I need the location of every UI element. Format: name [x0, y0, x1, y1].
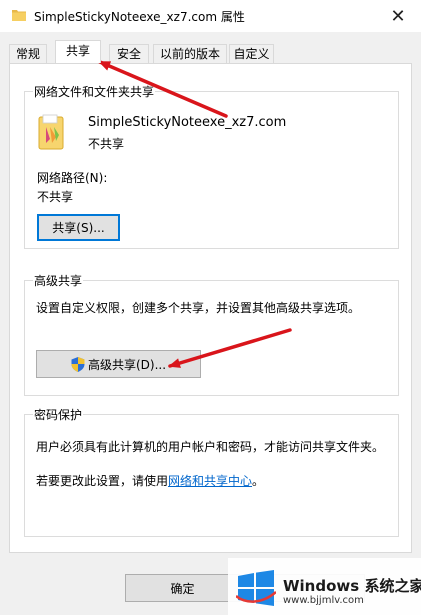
- password-protection-description: 用户必须具有此计算机的用户帐户和密码，才能访问共享文件夹。: [36, 440, 385, 454]
- watermark-site: www.bjjmlv.com: [283, 595, 364, 606]
- tab-panel: 网络文件和文件夹共享 SimpleStickyNoteexe_xz7.com 不…: [9, 63, 412, 553]
- advanced-sharing-description: 设置自定义权限，创建多个共享，并设置其他高级共享选项。: [36, 301, 361, 315]
- share-button[interactable]: 共享(S)...: [37, 214, 120, 241]
- password-protection-change-line: 若要更改此设置，请使用网络和共享中心。: [36, 472, 264, 489]
- tab-strip: 常规 共享 安全 以前的版本 自定义: [9, 40, 413, 64]
- advanced-sharing-group: 高级共享 设置自定义权限，创建多个共享，并设置其他高级共享选项。 高级共享(D)…: [24, 272, 399, 396]
- advanced-sharing-button-label: 高级共享(D)...: [87, 357, 167, 372]
- uac-shield-icon: [71, 356, 85, 372]
- password-protection-group: 密码保护 用户必须具有此计算机的用户帐户和密码，才能访问共享文件夹。 若要更改此…: [24, 406, 399, 537]
- windows-logo-icon: [236, 570, 276, 606]
- network-path-value: 不共享: [37, 190, 74, 204]
- item-name: SimpleStickyNoteexe_xz7.com: [88, 115, 287, 130]
- watermark-brand-cn: 系统之家: [364, 577, 421, 595]
- title-bar: SimpleStickyNoteexe_xz7.com 属性 ✕: [0, 0, 421, 32]
- tab-previous-versions[interactable]: 以前的版本: [153, 44, 227, 63]
- folder-icon: [12, 10, 26, 21]
- close-icon: ✕: [390, 5, 406, 27]
- network-sharing-center-link[interactable]: 网络和共享中心: [168, 474, 252, 488]
- tab-general[interactable]: 常规: [9, 44, 47, 63]
- watermark: Windows 系统之家 www.bjjmlv.com: [228, 558, 421, 615]
- folder-file-icon: [38, 114, 64, 150]
- item-share-status: 不共享: [88, 137, 125, 151]
- ok-button[interactable]: 确定: [125, 574, 240, 602]
- close-button[interactable]: ✕: [375, 0, 421, 32]
- network-sharing-group: 网络文件和文件夹共享 SimpleStickyNoteexe_xz7.com 不…: [24, 83, 399, 249]
- network-path-label: 网络路径(N):: [37, 171, 108, 185]
- tab-customize[interactable]: 自定义: [229, 44, 274, 63]
- advanced-sharing-button[interactable]: 高级共享(D)...: [36, 350, 201, 378]
- change-setting-prefix: 若要更改此设置，请使用: [36, 474, 169, 488]
- watermark-brand: Windows 系统之家: [283, 575, 421, 596]
- group-label-password-protection: 密码保护: [33, 406, 84, 423]
- group-label-advanced-sharing: 高级共享: [33, 272, 84, 289]
- watermark-brand-en: Windows: [283, 577, 360, 595]
- tab-security[interactable]: 安全: [109, 44, 149, 63]
- tab-sharing[interactable]: 共享: [55, 40, 101, 63]
- change-setting-suffix: 。: [252, 474, 265, 488]
- group-label-network-sharing: 网络文件和文件夹共享: [33, 83, 156, 100]
- window-title: SimpleStickyNoteexe_xz7.com 属性: [34, 10, 245, 24]
